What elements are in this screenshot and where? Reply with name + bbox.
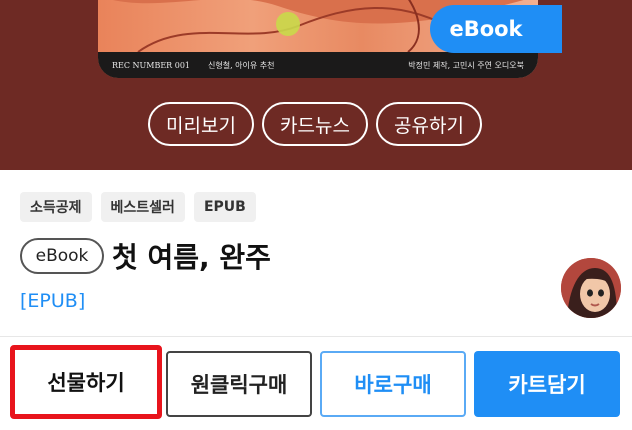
file-format-label: [EPUB] [20,290,86,312]
share-button[interactable]: 공유하기 [376,102,482,146]
tag-list: 소득공제 베스트셀러 EPUB [20,192,256,222]
format-badge: eBook [20,238,104,274]
book-title: 첫 여름, 완주 [112,241,271,274]
gift-button[interactable]: 선물하기 [10,345,162,419]
hero-banner: REC NUMBER 001 신형철, 아이유 추천 박정민 제작, 고민시 주… [0,0,632,170]
action-pills: 미리보기 카드뉴스 공유하기 [148,102,482,146]
card-news-button[interactable]: 카드뉴스 [262,102,368,146]
preview-button[interactable]: 미리보기 [148,102,254,146]
buy-now-button[interactable]: 바로구매 [320,351,466,417]
ebook-flag: eBook [430,5,562,53]
title-row: eBook 첫 여름, 완주 [20,236,271,276]
cover-recommenders: 신형철, 아이유 추천 [208,60,275,70]
one-click-purchase-button[interactable]: 원클릭구매 [166,351,312,417]
tag-tax-deduction: 소득공제 [20,192,92,222]
cover-rec-number: REC NUMBER 001 [112,60,191,70]
avatar[interactable] [561,258,621,318]
tag-bestseller: 베스트셀러 [100,192,185,222]
add-to-cart-button[interactable]: 카트담기 [474,351,620,417]
tag-epub: EPUB [193,192,256,222]
cover-caption-strip: REC NUMBER 001 신형철, 아이유 추천 박정민 제작, 고민시 주… [98,52,538,78]
divider [0,336,632,337]
avatar-illustration [561,258,621,318]
cover-credits: 박정민 제작, 고민시 주연 오디오북 [408,60,524,70]
